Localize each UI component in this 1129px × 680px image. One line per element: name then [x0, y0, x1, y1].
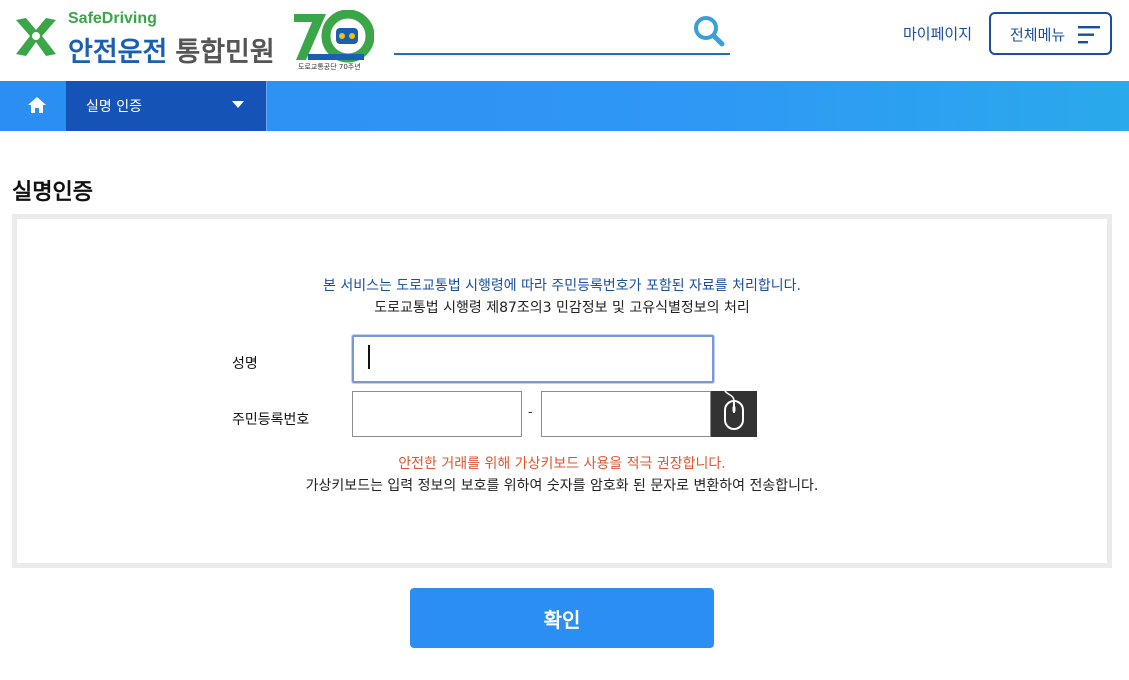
- real-name-auth-panel: 본 서비스는 도로교통법 시행령에 따라 주민등록번호가 포함된 자료를 처리합…: [12, 214, 1112, 568]
- current-menu-dropdown[interactable]: 실명 인증: [66, 81, 267, 131]
- home-icon: [28, 97, 46, 113]
- rrn-back-field[interactable]: [541, 391, 711, 437]
- logo-title-blue: 안전운전: [68, 37, 168, 68]
- virtual-keyboard-description: 가상키보드는 입력 정보의 보호를 위하여 숫자를 암호화 된 문자로 변환하여…: [305, 478, 819, 494]
- all-menu-label: 전체메뉴: [1010, 26, 1066, 44]
- site-logo[interactable]: SafeDriving 안전운전 통합민원 도로교통공단 70주년: [12, 10, 374, 74]
- home-button[interactable]: [0, 81, 66, 131]
- logo-title-gray: 통합민원: [175, 37, 275, 68]
- location-nav-bar: 실명 인증: [0, 81, 1129, 131]
- search-bar: [394, 12, 730, 55]
- safedriving-logo-mark: [16, 18, 56, 56]
- confirm-button[interactable]: 확인: [410, 588, 714, 648]
- name-field[interactable]: [352, 335, 714, 383]
- virtual-keyboard-warning: 안전한 거래를 위해 가상키보드 사용을 적극 권장합니다.: [398, 456, 726, 472]
- caret-down-icon: [232, 101, 244, 108]
- anniversary-caption: 도로교통공단 70주년: [298, 63, 361, 71]
- logo-title: 안전운전 통합민원: [68, 30, 275, 69]
- mouse-icon: [724, 390, 744, 430]
- search-input[interactable]: [394, 12, 684, 52]
- current-menu-label: 실명 인증: [86, 99, 142, 115]
- rrn-front-field[interactable]: [352, 391, 522, 437]
- logo-subtitle: SafeDriving: [68, 10, 157, 27]
- hamburger-menu-icon: [1078, 26, 1100, 44]
- all-menu-button[interactable]: 전체메뉴: [989, 12, 1112, 55]
- text-cursor: [368, 345, 370, 369]
- page-title: 실명인증: [12, 180, 93, 205]
- mypage-link[interactable]: 마이페이지: [903, 23, 972, 44]
- rrn-label: 주민등록번호: [232, 412, 310, 428]
- site-header: SafeDriving 안전운전 통합민원 도로교통공단 70주년 마이페이지 전…: [0, 0, 1129, 81]
- name-label: 성명: [232, 356, 258, 372]
- legal-basis-text: 도로교통법 시행령 제87조의3 민감정보 및 고유식별정보의 처리: [374, 300, 750, 316]
- notice-text: 본 서비스는 도로교통법 시행령에 따라 주민등록번호가 포함된 자료를 처리합…: [323, 278, 801, 294]
- virtual-keyboard-button[interactable]: [711, 390, 757, 437]
- rrn-separator: -: [528, 405, 533, 420]
- search-icon[interactable]: [692, 14, 726, 48]
